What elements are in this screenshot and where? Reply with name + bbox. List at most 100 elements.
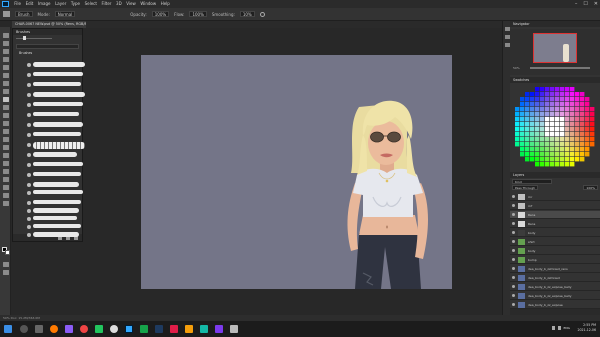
obs-icon[interactable] <box>80 325 88 333</box>
document-tab[interactable]: CHAR-0067 NEW.psd @ 50% (Rens, RGB/8) <box>12 21 86 28</box>
layer-row[interactable]: Rens <box>510 220 600 228</box>
navigator-thumbnail[interactable] <box>533 33 577 63</box>
pen-tool-icon[interactable] <box>3 153 9 158</box>
brush-preset-icon[interactable] <box>27 201 31 205</box>
brush-preset-icon[interactable] <box>27 217 31 221</box>
layers-tab[interactable]: Layers <box>510 172 600 178</box>
clock[interactable]: 2:55 PM 2021-12-06 <box>577 323 596 333</box>
visibility-eye-icon[interactable] <box>512 267 515 270</box>
brush-preset-stroke[interactable] <box>33 182 79 187</box>
smoothing-field[interactable]: 10% <box>239 11 255 17</box>
brush-preset-stroke[interactable] <box>33 102 83 106</box>
visibility-eye-icon[interactable] <box>512 195 515 198</box>
layer-row[interactable]: dea_body_b_zz_expose_belly <box>510 283 600 291</box>
brush-preset-icon[interactable] <box>27 73 31 77</box>
app-green-icon[interactable] <box>95 325 103 333</box>
layer-row[interactable]: shirt <box>510 238 600 246</box>
photoshop-taskbar-icon[interactable] <box>125 325 133 333</box>
volume-icon[interactable] <box>557 326 561 330</box>
document-canvas[interactable] <box>141 55 452 289</box>
visibility-eye-icon[interactable] <box>512 231 515 234</box>
swatches-tab[interactable]: Swatches <box>510 77 600 83</box>
discord-icon[interactable] <box>215 325 223 333</box>
brush-preset-stroke[interactable] <box>33 152 77 157</box>
brush-preset-icon[interactable] <box>27 83 31 87</box>
menu-type[interactable]: Type <box>69 0 83 8</box>
brush-preset-icon[interactable] <box>27 163 31 167</box>
settings-gear-icon[interactable] <box>259 11 265 17</box>
more-tools-icon[interactable] <box>3 201 9 206</box>
navigator-zoom-value[interactable]: 50% <box>513 66 520 70</box>
file-explorer-icon[interactable] <box>185 325 193 333</box>
layer-row[interactable]: body <box>510 229 600 237</box>
flow-field[interactable]: 100% <box>189 11 207 17</box>
brush-preset-icon[interactable] <box>27 173 31 177</box>
brush-preset-icon[interactable] <box>27 153 31 157</box>
menu-view[interactable]: View <box>124 0 138 8</box>
menu-select[interactable]: Select <box>82 0 99 8</box>
brush-preset-stroke[interactable] <box>33 122 83 127</box>
close-button[interactable]: ✕ <box>594 0 598 8</box>
visibility-eye-icon[interactable] <box>512 276 515 279</box>
history-icon[interactable] <box>504 27 510 31</box>
quick-mask-icon[interactable] <box>3 262 9 267</box>
brush-preset-stroke[interactable] <box>33 208 79 213</box>
app-teal-icon[interactable] <box>200 325 208 333</box>
blend-mode-select[interactable]: Pass Through <box>512 185 539 190</box>
visibility-eye-icon[interactable] <box>512 294 515 297</box>
tool-preset-picker[interactable]: Brush <box>15 11 33 17</box>
brush-preset-icon[interactable] <box>27 143 31 147</box>
background-color-swatch[interactable] <box>5 250 10 255</box>
brush-preset-icon[interactable] <box>27 233 31 237</box>
brush-preset-stroke[interactable] <box>33 232 79 237</box>
frame-tool-icon[interactable] <box>3 73 9 78</box>
layer-opacity-field[interactable]: 100% <box>583 185 598 190</box>
brush-folder[interactable]: Brushes <box>13 51 82 56</box>
menu-help[interactable]: Help <box>158 0 172 8</box>
menu-filter[interactable]: Filter <box>99 0 114 8</box>
navigator-tab[interactable]: Navigator <box>510 21 600 27</box>
menu-edit[interactable]: Edit <box>23 0 35 8</box>
lang-indicator[interactable]: ENG <box>564 326 570 330</box>
layer-row[interactable]: dea_body_b_zz_expose_belly <box>510 292 600 300</box>
brush-preset-icon[interactable] <box>27 209 31 213</box>
brush-preset-stroke[interactable] <box>33 142 85 149</box>
brush-preset-stroke[interactable] <box>33 224 81 228</box>
photoshop-app-icon[interactable] <box>2 1 9 7</box>
visibility-eye-icon[interactable] <box>512 222 515 225</box>
visibility-eye-icon[interactable] <box>512 204 515 207</box>
menu-image[interactable]: Image <box>36 0 53 8</box>
menu-window[interactable]: Window <box>138 0 158 8</box>
move-tool-icon[interactable] <box>3 33 9 38</box>
brush-preset-icon[interactable] <box>27 103 31 107</box>
layer-row[interactable]: Rens <box>510 211 600 219</box>
visibility-eye-icon[interactable] <box>512 285 515 288</box>
brush-search-input[interactable] <box>16 44 79 49</box>
visibility-eye-icon[interactable] <box>512 258 515 261</box>
history-brush-tool-icon[interactable] <box>3 113 9 118</box>
brush-preset-icon[interactable] <box>27 93 31 97</box>
brush-preset-stroke[interactable] <box>33 172 81 176</box>
minimize-button[interactable]: – <box>575 0 578 8</box>
eyedropper-tool-icon[interactable] <box>3 81 9 86</box>
visibility-eye-icon[interactable] <box>512 213 515 216</box>
layer-row[interactable]: bump <box>510 256 600 264</box>
brush-preset-stroke[interactable] <box>33 162 83 166</box>
blur-tool-icon[interactable] <box>3 137 9 142</box>
opacity-field[interactable]: 100% <box>151 11 170 17</box>
properties-icon[interactable] <box>504 35 510 39</box>
layer-row[interactable]: dea_body_b_zzmixed_rens <box>510 265 600 273</box>
windows-start-icon[interactable] <box>4 325 12 333</box>
brush-preset-icon[interactable] <box>27 183 31 187</box>
brush-preset-stroke[interactable] <box>33 200 81 204</box>
clone-stamp-tool-icon[interactable] <box>3 105 9 110</box>
rectangle-tool-icon[interactable] <box>3 177 9 182</box>
lasso-tool-icon[interactable] <box>3 49 9 54</box>
navigator-zoom-slider[interactable] <box>530 67 590 69</box>
search-icon[interactable] <box>20 325 28 333</box>
brush-preset-stroke[interactable] <box>33 82 81 86</box>
color-swatch-wheel[interactable] <box>513 86 597 168</box>
app-purple-icon[interactable] <box>65 325 73 333</box>
path-selection-tool-icon[interactable] <box>3 169 9 174</box>
brush-preset-icon[interactable] <box>27 63 31 67</box>
